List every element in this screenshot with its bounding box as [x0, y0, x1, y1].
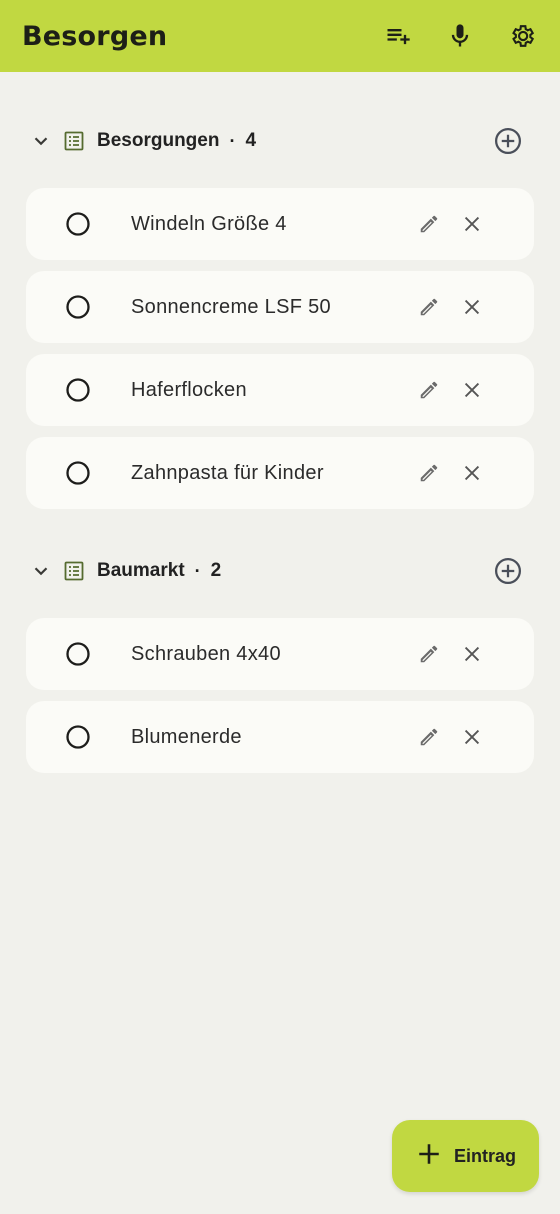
close-icon[interactable]: [457, 292, 487, 322]
close-icon[interactable]: [457, 209, 487, 239]
checkbox-circle-icon[interactable]: [64, 640, 92, 668]
item-label: Windeln Größe 4: [131, 212, 287, 235]
mic-icon[interactable]: [439, 15, 481, 57]
section-besorgungen: Besorgungen · 4 Windeln Größe 4 Sonnencr…: [26, 112, 534, 509]
pencil-icon[interactable]: [415, 640, 443, 668]
pencil-icon[interactable]: [415, 210, 443, 238]
section-header[interactable]: Baumarkt · 2: [26, 542, 534, 600]
checkbox-circle-icon[interactable]: [64, 459, 92, 487]
section-name: Besorgungen: [97, 130, 220, 151]
chevron-down-icon[interactable]: [27, 127, 55, 155]
pencil-icon[interactable]: [415, 293, 443, 321]
close-icon[interactable]: [457, 375, 487, 405]
list-item[interactable]: Zahnpasta für Kinder: [26, 437, 534, 509]
checkbox-circle-icon[interactable]: [64, 210, 92, 238]
item-label: Schrauben 4x40: [131, 642, 281, 665]
list-item[interactable]: Haferflocken: [26, 354, 534, 426]
item-label: Haferflocken: [131, 378, 247, 401]
section-name: Baumarkt: [97, 560, 185, 581]
close-icon[interactable]: [457, 639, 487, 669]
item-label: Zahnpasta für Kinder: [131, 461, 324, 484]
add-list-icon[interactable]: [377, 15, 419, 57]
gear-icon[interactable]: [501, 15, 543, 57]
lists-content: Besorgungen · 4 Windeln Größe 4 Sonnencr…: [26, 112, 534, 784]
separator-dot: ·: [229, 130, 236, 151]
list-item[interactable]: Sonnencreme LSF 50: [26, 271, 534, 343]
pencil-icon[interactable]: [415, 723, 443, 751]
app-bar: Besorgen: [0, 0, 560, 72]
close-icon[interactable]: [457, 458, 487, 488]
section-count: 2: [210, 560, 222, 581]
add-entry-fab[interactable]: Eintrag: [392, 1120, 539, 1192]
separator-dot: ·: [194, 560, 201, 581]
list-item[interactable]: Windeln Größe 4: [26, 188, 534, 260]
list-icon: [61, 558, 87, 584]
section-baumarkt: Baumarkt · 2 Schrauben 4x40 Blumenerde: [26, 542, 534, 773]
checkbox-circle-icon[interactable]: [64, 723, 92, 751]
pencil-icon[interactable]: [415, 376, 443, 404]
chevron-down-icon[interactable]: [27, 557, 55, 585]
add-item-circle-icon[interactable]: [492, 125, 524, 157]
section-count: 4: [245, 130, 257, 151]
item-label: Sonnencreme LSF 50: [131, 295, 331, 318]
app-title: Besorgen: [22, 20, 168, 52]
close-icon[interactable]: [457, 722, 487, 752]
list-item[interactable]: Blumenerde: [26, 701, 534, 773]
plus-icon: [416, 1141, 442, 1172]
checkbox-circle-icon[interactable]: [64, 293, 92, 321]
list-icon: [61, 128, 87, 154]
item-label: Blumenerde: [131, 725, 242, 748]
list-item[interactable]: Schrauben 4x40: [26, 618, 534, 690]
checkbox-circle-icon[interactable]: [64, 376, 92, 404]
fab-label: Eintrag: [454, 1145, 517, 1166]
app-bar-actions: [377, 15, 543, 57]
add-item-circle-icon[interactable]: [492, 555, 524, 587]
section-header[interactable]: Besorgungen · 4: [26, 112, 534, 170]
pencil-icon[interactable]: [415, 459, 443, 487]
